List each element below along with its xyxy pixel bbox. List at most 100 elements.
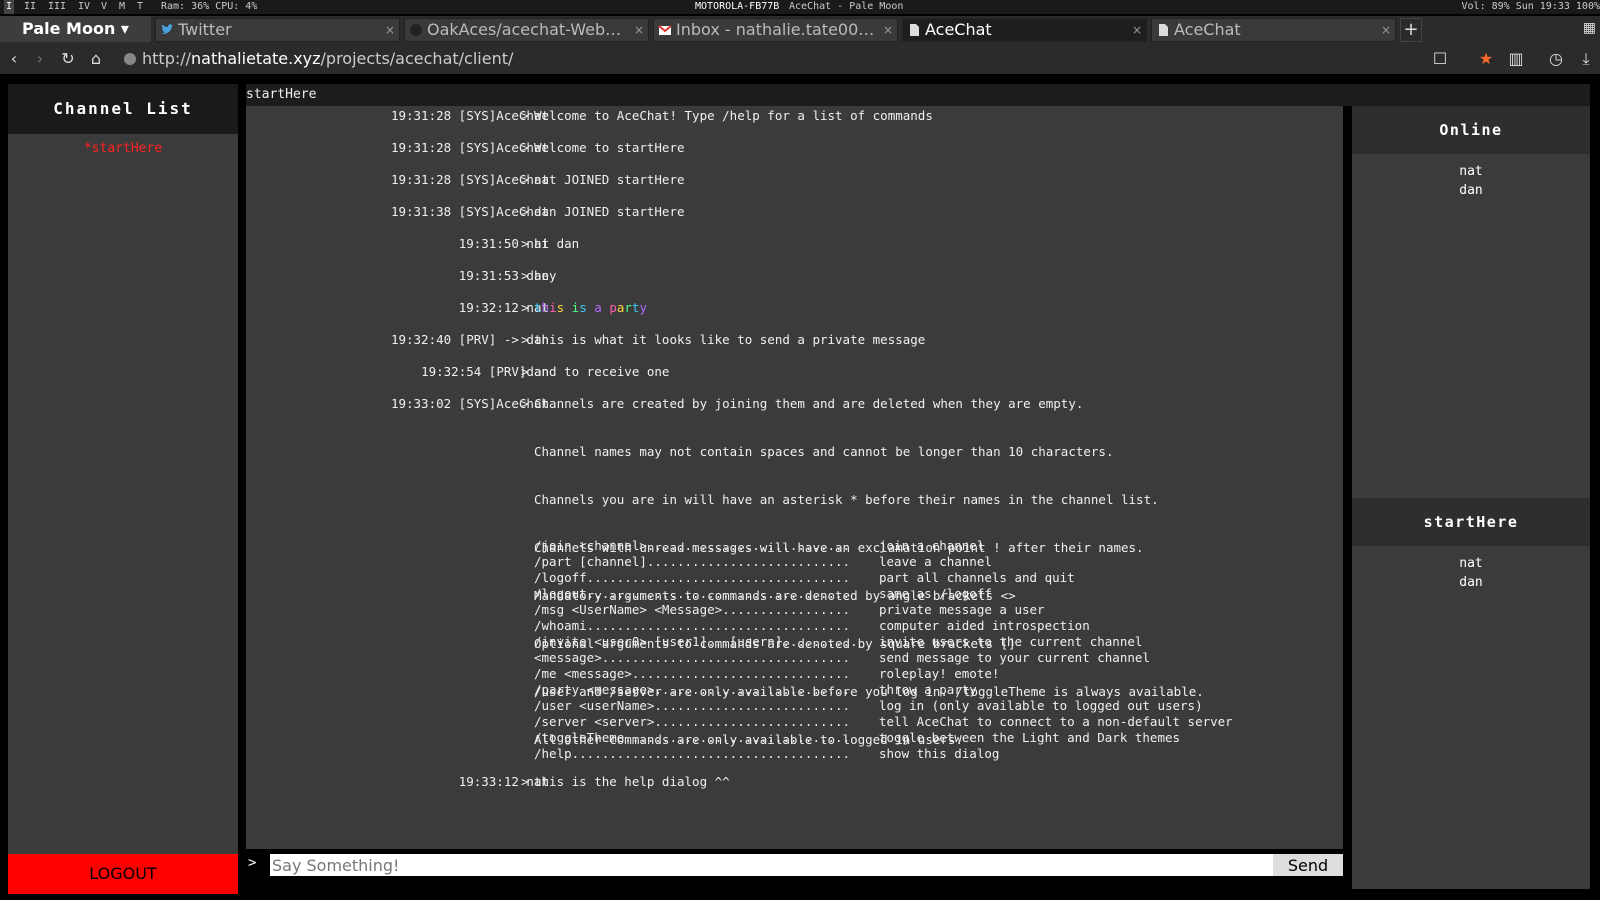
workspace-t[interactable]: T	[137, 0, 143, 14]
party-char: p	[609, 300, 617, 315]
message-arrow: >	[521, 204, 529, 219]
message-input-row: > Send	[246, 849, 1343, 879]
tab-twitter[interactable]: Twitter ×	[155, 18, 400, 42]
channel-list-title: Channel List	[8, 84, 238, 134]
new-tab-button[interactable]: +	[1400, 18, 1422, 42]
help-cmd: /whoami.................................…	[534, 618, 851, 633]
globe-icon	[124, 53, 136, 65]
help-cmd: /party <message>........................…	[534, 682, 851, 697]
online-user[interactable]: dan	[1352, 181, 1590, 200]
workspace-2[interactable]: II	[24, 0, 36, 14]
url-prefix: http://	[142, 49, 192, 68]
party-char	[564, 300, 572, 315]
channel-users-title: startHere	[1352, 498, 1590, 546]
help-desc: join a channel	[879, 538, 985, 553]
app-menu-button[interactable]: Pale Moon ▾	[0, 16, 151, 42]
workspace-4[interactable]: IV	[78, 0, 90, 14]
back-icon[interactable]: ‹	[4, 49, 24, 69]
send-button[interactable]: Send	[1273, 854, 1343, 876]
message-text: Welcome to AceChat! Type /help for a lis…	[534, 108, 933, 123]
online-title: Online	[1352, 106, 1590, 154]
help-cmd: /invite <user0> [user1]...[usern].......…	[534, 634, 858, 649]
close-icon[interactable]: ×	[1132, 19, 1142, 41]
message-text: hi dan	[534, 236, 580, 251]
page-icon	[910, 24, 919, 36]
tab-acechat-active[interactable]: AceChat ×	[902, 18, 1147, 42]
home-icon[interactable]: ⌂	[86, 49, 106, 69]
help-desc: toggle between the Light and Dark themes	[879, 730, 1181, 745]
help-line: Channel names may not contain spaces and…	[534, 444, 1114, 459]
message-input[interactable]	[270, 854, 1273, 876]
workspace-1[interactable]: I	[4, 0, 15, 14]
user-panel: Online nat dan startHere nat dan	[1352, 106, 1590, 889]
window-title: AceChat - Pale Moon	[789, 1, 904, 12]
help-desc: show this dialog	[879, 746, 1000, 761]
close-icon[interactable]: ×	[883, 19, 893, 41]
party-char: s	[556, 300, 565, 315]
tab-label: AceChat	[1174, 20, 1241, 39]
message-arrow: >	[521, 774, 529, 789]
online-user[interactable]: nat	[1352, 162, 1590, 181]
workspace-m[interactable]: M	[119, 0, 125, 14]
channel-users-list: nat dan	[1352, 554, 1590, 592]
party-char: t	[534, 300, 542, 315]
message-meta: 19:32:54 [PRV]dan	[421, 364, 549, 379]
help-desc: same as /logoff	[879, 586, 992, 601]
help-cmd: /logoff.................................…	[534, 570, 851, 585]
message-arrow: >	[521, 236, 529, 251]
message-text: this is what it looks like to send a pri…	[534, 332, 926, 347]
url-bar[interactable]: http://nathalietate.xyz/projects/acechat…	[118, 47, 1448, 71]
channel-user[interactable]: dan	[1352, 573, 1590, 592]
help-cmd: /toggleTheme............................…	[534, 730, 851, 745]
message-arrow: >	[521, 396, 529, 411]
help-desc: private message a user	[879, 602, 1045, 617]
help-desc: log in (only available to logged out use…	[879, 698, 1203, 713]
channel-panel: Channel List *startHere LOGOUT	[8, 84, 238, 894]
party-char: h	[541, 300, 550, 315]
tab-bar: Pale Moon ▾ Twitter × OakAces/acechat-We…	[0, 16, 1600, 44]
star-icon[interactable]: ★	[1476, 49, 1496, 69]
close-icon[interactable]: ×	[634, 19, 644, 41]
channel-user[interactable]: nat	[1352, 554, 1590, 573]
tab-github[interactable]: OakAces/acechat-WebCli... ×	[404, 18, 649, 42]
mail-icon	[658, 25, 672, 35]
help-desc: tell AceChat to connect to a non-default…	[879, 714, 1233, 729]
tab-acechat[interactable]: AceChat ×	[1151, 18, 1396, 42]
message-text: this is the help dialog ^^	[534, 774, 730, 789]
message-arrow: >	[521, 300, 529, 315]
download-icon[interactable]: ⤓	[1576, 49, 1596, 69]
help-cmd: /join <channel>.........................…	[534, 538, 851, 553]
help-desc: send message to your current channel	[879, 650, 1150, 665]
close-icon[interactable]: ×	[1381, 19, 1391, 41]
hostname: MOTOROLA-FB77B	[695, 1, 780, 12]
chat-area: startHere 19:31:28 [SYS]AceChat > Welcome …	[246, 84, 1590, 894]
workspace-5[interactable]: V	[101, 0, 107, 14]
message-arrow: >	[521, 332, 529, 347]
forward-icon[interactable]: ›	[30, 49, 50, 69]
workspace-3[interactable]: III	[48, 0, 66, 14]
prompt-symbol: >	[248, 855, 257, 871]
reload-icon[interactable]: ↻	[58, 49, 78, 69]
tab-list-icon[interactable]: ▦	[1583, 20, 1596, 36]
party-char: i	[549, 300, 557, 315]
message-text: hey	[534, 268, 557, 283]
help-cmd: <message>...............................…	[534, 650, 851, 665]
history-icon[interactable]: ◷	[1546, 49, 1566, 69]
help-cmd: /msg <UserName> <Message>...............…	[534, 602, 851, 617]
message-text: Channels are created by joining them and…	[534, 396, 1084, 411]
message-text: and to receive one	[534, 364, 670, 379]
system-tray-status: Vol: 89% Sun 19:33 100%	[1461, 1, 1600, 12]
tab-inbox[interactable]: Inbox - nathalie.tate00@... ×	[653, 18, 898, 42]
help-cmd: /part [channel].........................…	[534, 554, 851, 569]
party-message-text: this is a party	[534, 300, 647, 316]
url-text: http://nathalietate.xyz/projects/acechat…	[142, 47, 513, 71]
help-desc: computer aided introspection	[879, 618, 1090, 633]
reader-view-icon[interactable]: ▥	[1506, 49, 1526, 69]
message-log: 19:31:28 [SYS]AceChat > Welcome to AceChat…	[246, 106, 1343, 849]
channel-item-starthere[interactable]: *startHere	[8, 141, 238, 156]
bookmark-icon[interactable]: ☐	[1430, 49, 1450, 69]
help-line: Channels you are in will have an asteris…	[534, 492, 1159, 507]
help-desc: leave a channel	[879, 554, 992, 569]
close-icon[interactable]: ×	[385, 19, 395, 41]
logout-button[interactable]: LOGOUT	[8, 854, 238, 894]
